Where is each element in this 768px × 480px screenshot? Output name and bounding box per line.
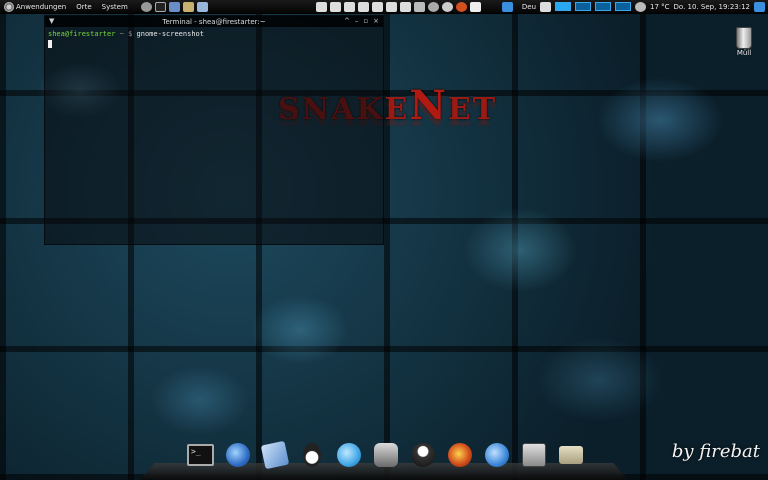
logo-part-3: ET bbox=[447, 92, 498, 127]
workspace-2[interactable] bbox=[575, 2, 592, 11]
folder-icon[interactable] bbox=[329, 1, 341, 12]
window-menu-icon[interactable]: ▼ bbox=[49, 16, 54, 27]
browser-icon[interactable] bbox=[168, 1, 180, 12]
minimize-button[interactable]: – bbox=[355, 16, 359, 27]
folder-icon[interactable] bbox=[399, 1, 411, 12]
inkscape-icon[interactable] bbox=[408, 440, 437, 469]
terminal-output[interactable]: shea@firestarter ~ $ gnome-screenshot bbox=[45, 27, 383, 51]
chat-bird-icon[interactable] bbox=[334, 440, 363, 469]
window-controls: ^ – ▫ × bbox=[344, 16, 379, 27]
editor-icon[interactable] bbox=[182, 1, 194, 12]
terminal-line bbox=[48, 39, 380, 49]
workspace-3[interactable] bbox=[595, 2, 612, 11]
search-icon[interactable] bbox=[140, 1, 152, 12]
workspace-1[interactable] bbox=[555, 2, 572, 11]
filezilla-icon[interactable] bbox=[519, 440, 548, 469]
terminal-window[interactable]: ▼ Terminal - shea@firestarter:~ ^ – ▫ × … bbox=[44, 15, 384, 245]
main-menu: Anwendungen Orte System bbox=[14, 0, 133, 13]
firefox-icon[interactable] bbox=[445, 440, 474, 469]
chat-bubble-icon[interactable] bbox=[482, 440, 511, 469]
weather-temperature[interactable]: 17 °C bbox=[650, 0, 670, 14]
dropbox-icon[interactable] bbox=[501, 1, 513, 12]
close-button[interactable]: × bbox=[373, 16, 379, 27]
shade-button[interactable]: ^ bbox=[344, 16, 350, 27]
tux-icon[interactable] bbox=[297, 440, 326, 469]
keyboard-layout[interactable]: Deu bbox=[522, 0, 536, 14]
desktop-trash[interactable]: Müll bbox=[730, 27, 758, 57]
prompt-path: ~ $ bbox=[119, 30, 133, 38]
wallpaper-signature: by firebat bbox=[671, 441, 760, 462]
folder-icon[interactable] bbox=[556, 440, 585, 469]
top-panel: Anwendungen Orte System Deu 17 °C Do. 10… bbox=[0, 0, 768, 14]
mail-icon[interactable] bbox=[260, 440, 289, 469]
volume-icon[interactable] bbox=[441, 1, 453, 12]
terminal-line: shea@firestarter ~ $ gnome-screenshot bbox=[48, 29, 380, 39]
firefox-icon[interactable] bbox=[455, 1, 467, 12]
text-cursor bbox=[48, 40, 52, 48]
panel-launchers bbox=[140, 1, 208, 12]
folder-icon[interactable] bbox=[385, 1, 397, 12]
terminal-title: Terminal - shea@firestarter:~ bbox=[162, 17, 266, 26]
weather-icon bbox=[635, 1, 647, 12]
folder-icon[interactable] bbox=[315, 1, 327, 12]
clock[interactable]: Do. 10. Sep, 19:23:12 bbox=[674, 0, 750, 14]
menu-orte[interactable]: Orte bbox=[71, 0, 96, 14]
menu-system[interactable]: System bbox=[97, 0, 133, 14]
logo-part-2: N bbox=[409, 82, 448, 129]
dock: >_ bbox=[186, 440, 585, 469]
terminal-icon[interactable] bbox=[154, 1, 166, 12]
panel-tray: Deu 17 °C Do. 10. Sep, 19:23:12 bbox=[522, 0, 768, 14]
terminal-icon[interactable]: >_ bbox=[186, 440, 215, 469]
cube-icon[interactable] bbox=[196, 1, 208, 12]
folder-icon[interactable] bbox=[413, 1, 425, 12]
folder-icon[interactable] bbox=[371, 1, 383, 12]
prompt-user: shea@firestarter bbox=[48, 30, 116, 38]
trash-icon[interactable] bbox=[736, 27, 752, 49]
menu-anwendungen[interactable]: Anwendungen bbox=[14, 0, 71, 14]
terminal-glyph: >_ bbox=[187, 443, 214, 466]
distro-logo-icon[interactable] bbox=[4, 1, 14, 12]
thunderbird-icon[interactable] bbox=[223, 440, 252, 469]
chat-icon[interactable] bbox=[469, 1, 481, 12]
trash-label: Müll bbox=[736, 49, 752, 57]
network-status-icon[interactable] bbox=[754, 1, 765, 12]
webcam-icon[interactable] bbox=[371, 440, 400, 469]
panel-folder-launchers bbox=[315, 1, 513, 12]
terminal-command: gnome-screenshot bbox=[136, 30, 204, 38]
terminal-titlebar[interactable]: ▼ Terminal - shea@firestarter:~ ^ – ▫ × bbox=[45, 16, 383, 27]
workspace-4[interactable] bbox=[615, 2, 632, 11]
maximize-button[interactable]: ▫ bbox=[363, 16, 368, 27]
printer-icon[interactable] bbox=[540, 1, 552, 12]
folder-icon[interactable] bbox=[343, 1, 355, 12]
folder-icon[interactable] bbox=[357, 1, 369, 12]
network-icon[interactable] bbox=[427, 1, 439, 12]
